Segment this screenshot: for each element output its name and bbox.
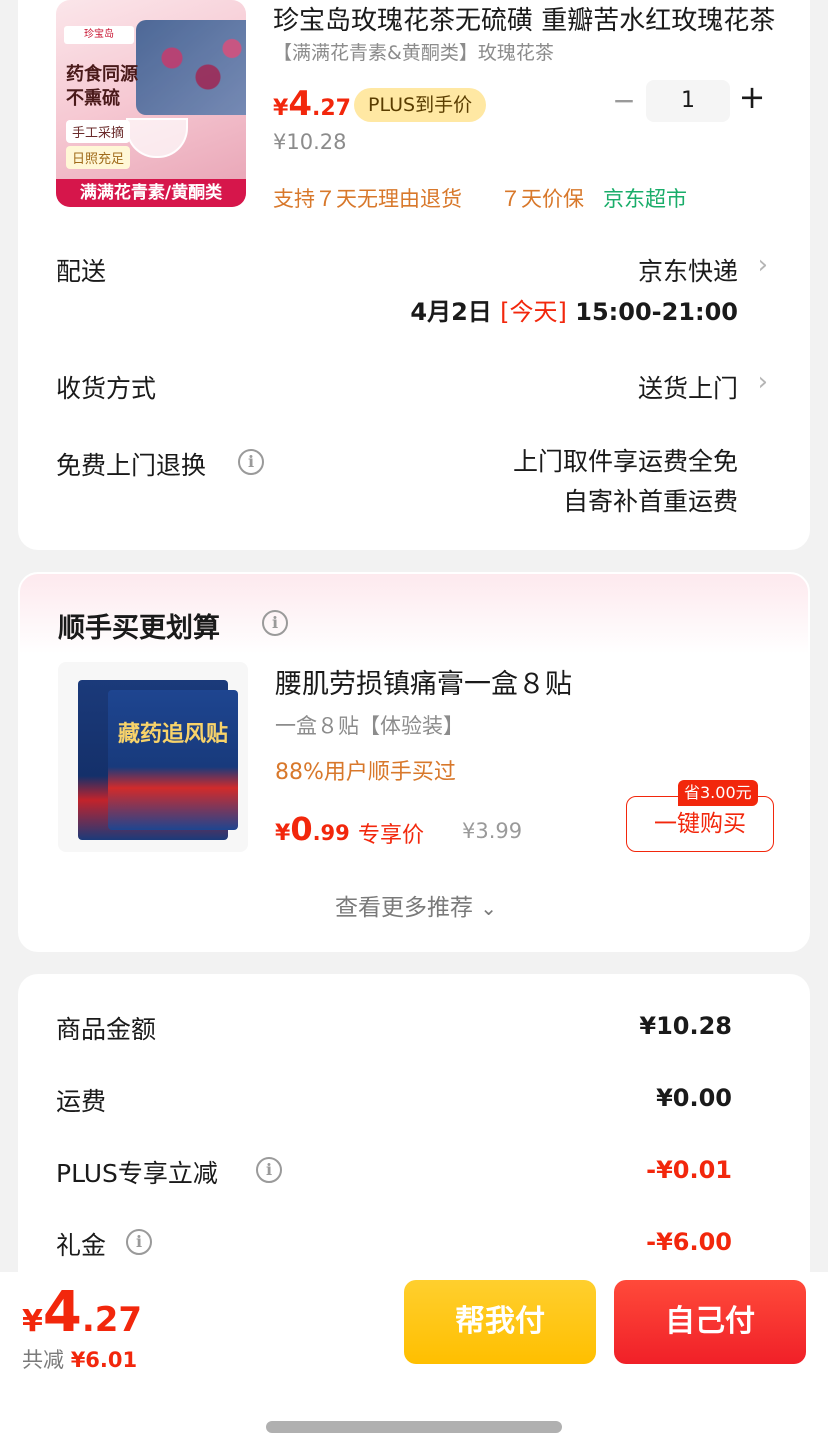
order-item-card: 珍宝岛 药食同源 不熏硫 手工采摘 日照充足 满满花青素/黄酮类 珍宝岛玫瑰花茶…	[18, 0, 810, 550]
free-return-line2: 自寄补首重运费	[562, 487, 738, 516]
product-image[interactable]: 珍宝岛 药食同源 不熏硫 手工采摘 日照充足 满满花青素/黄酮类	[56, 0, 246, 207]
image-tag-1: 手工采摘	[66, 120, 131, 143]
gift-money-label: 礼金	[56, 1231, 107, 1260]
more-recommend-label: 查看更多推荐	[334, 895, 473, 921]
chevron-right-icon[interactable]: ›	[758, 250, 768, 280]
receive-method-label: 收货方式	[56, 374, 157, 403]
gift-money-value: -¥6.00	[646, 1228, 732, 1256]
total-price: ¥4.27	[22, 1280, 142, 1345]
delivery-window: 15:00-21:00	[575, 298, 738, 326]
shipping-label: 运费	[56, 1087, 107, 1116]
save-amount-badge: 省3.00元	[678, 780, 758, 806]
service-jd-supermarket: 京东超市	[603, 187, 687, 211]
price-decimal: .27	[311, 96, 351, 121]
product-price: ¥4.27	[273, 84, 351, 124]
price-decimal: .99	[312, 821, 350, 845]
image-slogan-2: 不熏硫	[66, 88, 120, 109]
free-return-line1: 上门取件享运费全免	[512, 447, 738, 476]
price-integer: 4	[288, 84, 312, 124]
recommend-card: 顺手买更划算 i 藏药追风贴 腰肌劳损镇痛膏一盒８贴 一盒８贴【体验装】 88%…	[18, 572, 810, 952]
recommend-price: ¥0.99	[275, 810, 350, 848]
service-price-protect: ７天价保	[500, 187, 584, 211]
free-return-label: 免费上门退换	[56, 451, 207, 480]
delivery-label: 配送	[56, 257, 107, 286]
delivery-time[interactable]: 4月2日 [今天] 15:00-21:00	[410, 292, 738, 327]
tea-jar-graphic	[136, 20, 246, 115]
shipping-value: ¥0.00	[656, 1084, 732, 1112]
recommend-product-spec: 一盒８贴【体验装】	[275, 714, 464, 738]
more-recommend-link[interactable]: 查看更多推荐 ⌄	[20, 888, 812, 922]
recommend-product-image[interactable]: 藏药追风贴	[58, 662, 248, 852]
home-indicator[interactable]	[266, 1421, 562, 1433]
pay-myself-button[interactable]: 自己付	[614, 1280, 806, 1364]
original-price: ¥10.28	[273, 130, 347, 154]
price-summary-card: 商品金额 ¥10.28 运费 ¥0.00 PLUS专享立减 i -¥0.01 礼…	[18, 974, 810, 1294]
recommend-original-price: ¥3.99	[462, 819, 523, 843]
receive-method-value[interactable]: 送货上门	[638, 369, 738, 405]
exclusive-price-label: 专享价	[358, 823, 425, 848]
delivery-carrier[interactable]: 京东快递	[638, 252, 738, 288]
service-return-policy: 支持７天无理由退货	[273, 187, 462, 211]
recommend-buyers-stat: 88%用户顺手买过	[275, 760, 456, 785]
image-banner: 满满花青素/黄酮类	[56, 179, 246, 207]
total-savings: 共减 ¥6.01	[22, 1344, 137, 1374]
currency-symbol: ¥	[273, 96, 289, 121]
brand-logo: 珍宝岛	[64, 26, 134, 44]
info-icon[interactable]: i	[126, 1229, 152, 1255]
qty-increase-button[interactable]: +	[738, 78, 766, 116]
chevron-right-icon[interactable]: ›	[758, 367, 768, 397]
subtotal-value: ¥10.28	[639, 1012, 732, 1040]
plus-price-tag: PLUS到手价	[354, 88, 487, 122]
info-icon[interactable]: i	[256, 1157, 282, 1183]
delivery-date: 4月2日	[410, 298, 492, 326]
savings-value: ¥6.01	[70, 1348, 138, 1372]
tea-cup-graphic	[126, 118, 188, 158]
product-box-front: 藏药追风贴	[108, 690, 238, 830]
currency-symbol: ¥	[275, 821, 291, 846]
currency-symbol: ¥	[22, 1304, 43, 1339]
product-title[interactable]: 珍宝岛玫瑰花茶无硫磺 重瓣苦水红玫瑰花茶	[273, 0, 783, 37]
chevron-down-icon: ⌄	[480, 896, 498, 920]
product-spec: 【满满花青素&黄酮类】玫瑰花茶	[273, 42, 554, 64]
help-me-pay-button[interactable]: 帮我付	[404, 1280, 596, 1364]
price-decimal: .27	[81, 1300, 143, 1340]
delivery-today-tag: [今天]	[500, 298, 567, 326]
info-icon[interactable]: i	[238, 449, 264, 475]
price-integer: 0	[290, 810, 313, 848]
plus-discount-value: -¥0.01	[646, 1156, 732, 1184]
quantity-input[interactable]: 1	[646, 80, 730, 122]
price-integer: 4	[42, 1280, 82, 1345]
plus-discount-label: PLUS专享立减	[56, 1159, 218, 1188]
image-tag-2: 日照充足	[66, 146, 131, 169]
subtotal-label: 商品金额	[56, 1015, 157, 1044]
image-slogan-1: 药食同源	[66, 64, 138, 85]
recommend-title: 顺手买更划算	[58, 613, 220, 644]
savings-label: 共减	[22, 1348, 64, 1372]
qty-decrease-button[interactable]: −	[612, 84, 636, 117]
recommend-product-name[interactable]: 腰肌劳损镇痛膏一盒８贴	[275, 662, 572, 701]
info-icon[interactable]: i	[262, 610, 288, 636]
